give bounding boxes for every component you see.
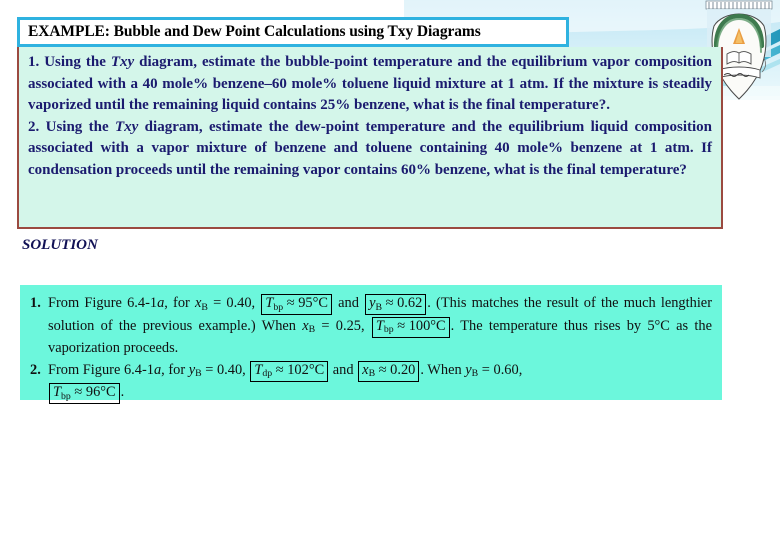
solution-item-2-number: 2. [30, 361, 41, 378]
sol1-var1-sub: B [201, 301, 208, 313]
sol1-box1-val: ≈ 95°C [283, 295, 328, 311]
solution-2-boxed-tdp-102: Tdp ≈ 102°C [250, 360, 329, 382]
sol2-box3-val: ≈ 96°C [70, 384, 116, 400]
sol1-t1: From Figure 6.4-1 [48, 295, 158, 311]
sol2-var1-sub: B [195, 368, 202, 380]
sol2-box3-sub: bp [61, 390, 71, 402]
sol1-box3-val: ≈ 100°C [393, 317, 446, 334]
question-1: 1. Using the Txy diagram, estimate the b… [28, 52, 712, 117]
sol2-box2-sub: B [368, 368, 376, 380]
sol1-box2-val: ≈ 0.62 [382, 295, 423, 311]
sol1-var2-sub: B [308, 324, 316, 336]
sol1-box2-sub: B [375, 301, 383, 313]
example-title-box: EXAMPLE: Bubble and Dew Point Calculatio… [17, 17, 569, 47]
solution-item-1-number: 1. [30, 295, 41, 311]
solution-1-boxed-tbp-100: Tbp ≈ 100°C [371, 316, 450, 338]
question-1-number: 1. [28, 54, 40, 70]
solution-item-1-body: From Figure 6.4-1a, for xB = 0.40, Tbp ≈… [48, 293, 712, 360]
sol2-t2: , for [161, 361, 189, 378]
sol2-t3: = 0.40, [201, 361, 250, 378]
sol2-t4: and [329, 361, 358, 378]
question-1-text-a: Using the [44, 54, 111, 70]
sol1-t2: , for [164, 295, 195, 311]
solution-1-boxed-yb-062: yB ≈ 0.62 [365, 294, 427, 315]
sol2-var2: y [465, 361, 472, 378]
question-2-txy-label: Txy [115, 118, 139, 135]
sol1-t3: = 0.40, [207, 295, 261, 311]
question-2-text-a: Using the [45, 118, 115, 135]
question-2-number: 2. [28, 118, 40, 135]
sol2-box2-val: ≈ 0.20 [375, 361, 416, 378]
sol2-box1-val: ≈ 102°C [272, 361, 325, 378]
sol2-t5: . When [420, 361, 466, 378]
sol1-box3-sub: bp [383, 324, 394, 336]
solution-2-boxed-tbp-96: Tbp ≈ 96°C [49, 383, 120, 404]
sol2-box2-var: x [362, 361, 369, 378]
sol2-var2-sub: B [471, 368, 479, 380]
sol2-t6: = 0.60, [478, 361, 523, 378]
solution-heading: SOLUTION [22, 237, 98, 253]
solution-item-2: 2. From Figure 6.4-1a, for yB = 0.40, Td… [30, 360, 712, 404]
sol2-box1-sub: dp [262, 368, 273, 380]
solution-item-1: 1. From Figure 6.4-1a, for xB = 0.40, Tb… [30, 293, 712, 360]
page-title: EXAMPLE: Bubble and Dew Point Calculatio… [28, 23, 481, 40]
sol1-t4: and [332, 295, 365, 311]
sol2-box3-var: T [53, 384, 62, 400]
solution-2-boxed-xb-020: xB ≈ 0.20 [358, 360, 420, 382]
sol1-var2: x [302, 317, 309, 334]
question-2: 2. Using the Txy diagram, estimate the d… [28, 117, 712, 182]
sol2-t1: From Figure 6.4-1 [48, 361, 154, 378]
solution-1-boxed-tbp-95: Tbp ≈ 95°C [261, 294, 332, 315]
sol1-t6: = 0.25, [315, 317, 371, 334]
solution-content-box: 1. From Figure 6.4-1a, for xB = 0.40, Tb… [20, 285, 722, 404]
solution-item-2-body: From Figure 6.4-1a, for yB = 0.40, Tdp ≈… [48, 360, 712, 404]
sol1-box3-var: T [375, 317, 384, 334]
question-1-txy-label: Txy [110, 54, 135, 70]
sol2-t7: . [120, 384, 125, 400]
sol1-box1-sub: bp [273, 301, 284, 313]
questions-content-box: 1. Using the Txy diagram, estimate the b… [17, 47, 723, 229]
